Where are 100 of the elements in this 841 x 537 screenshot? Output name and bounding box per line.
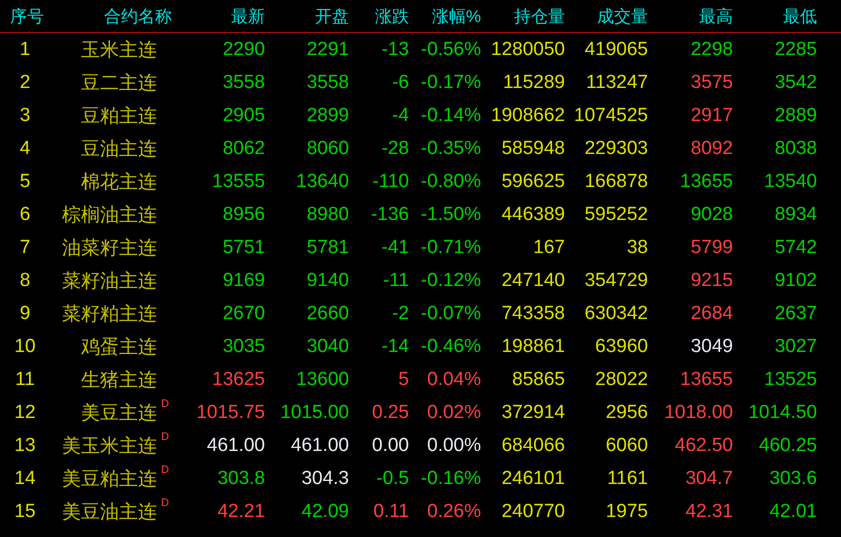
table-cell-text: 446389	[500, 204, 565, 226]
table-cell-text: -0.5	[375, 468, 409, 490]
table-cell-text: 0.02%	[426, 402, 481, 424]
table-cell-text: 0.26%	[426, 500, 481, 522]
contract-name[interactable]: 菜籽油主连	[62, 268, 157, 294]
table-cell-text: 8060	[306, 138, 349, 160]
table-cell-text: 1908662	[490, 104, 565, 126]
table-cell-text: -6	[391, 72, 409, 94]
column-header[interactable]: 最低	[733, 4, 817, 28]
table-cell-text: -0.16%	[420, 468, 481, 490]
table-cell-text: 9215	[690, 270, 733, 292]
contract-name[interactable]: 豆油主连	[81, 136, 157, 162]
table-cell-text: 5751	[222, 236, 265, 258]
table-cell-text: 13640	[295, 170, 349, 192]
column-header[interactable]: 成交量	[565, 4, 648, 28]
column-header[interactable]: 涨跌	[349, 4, 409, 28]
table-cell-text: -1.50%	[420, 204, 481, 226]
table-cell-text: 461.00	[290, 434, 349, 456]
table-cell-text: -0.35%	[420, 138, 481, 160]
table-cell-text: 5742	[774, 236, 817, 258]
contract-name[interactable]: 生猪主连	[81, 366, 157, 392]
table-cell-text: -14	[380, 336, 409, 358]
table-cell-text: 42.31	[684, 500, 733, 522]
table-cell-text: 8980	[306, 204, 349, 226]
market-tag: D	[161, 464, 169, 476]
table-cell-text: 198861	[500, 336, 565, 358]
contract-name[interactable]: 豆粕主连	[81, 102, 157, 128]
table-cell-text: 0.11	[372, 500, 409, 522]
table-cell-text: 3575	[690, 72, 733, 94]
table-cell-text: -41	[380, 236, 409, 258]
table-cell-text: 461.00	[206, 434, 265, 456]
row-number: 9	[18, 302, 32, 324]
column-header[interactable]: 合约名称	[50, 4, 172, 28]
table-cell-text: 3558	[306, 72, 349, 94]
table-cell-text: -0.80%	[420, 170, 481, 192]
table-cell-text: 303.6	[768, 468, 817, 490]
table-cell-text: 2290	[222, 38, 265, 60]
contract-name[interactable]: 美豆粕主连	[62, 466, 157, 492]
table-cell-text: 5	[397, 368, 409, 390]
contract-name[interactable]: 美玉米主连	[62, 432, 157, 458]
column-header[interactable]: 持仓量	[481, 4, 565, 28]
table-cell-text: 167	[532, 236, 565, 258]
table-cell-text: 13600	[295, 368, 349, 390]
table-cell-text: 2917	[690, 104, 733, 126]
contract-name[interactable]: 美豆主连	[81, 400, 157, 426]
table-cell-text: 0.04%	[426, 368, 481, 390]
table-cell-text: -0.14%	[420, 104, 481, 126]
table-cell-text: 13625	[211, 368, 265, 390]
table-cell-text: 38	[626, 236, 648, 258]
table-cell-text: 2637	[774, 302, 817, 324]
row-number: 7	[18, 236, 32, 258]
table-cell-text: 8062	[222, 138, 265, 160]
table-cell-text: -0.46%	[420, 336, 481, 358]
table-cell-text: 1015.00	[279, 402, 349, 424]
contract-name[interactable]: 玉米主连	[81, 36, 157, 62]
table-cell-text: 1015.75	[195, 402, 265, 424]
table-cell-text: 354729	[584, 270, 648, 292]
table-cell-text: 1074525	[573, 104, 648, 126]
row-number: 11	[14, 368, 36, 390]
column-header[interactable]: 开盘	[265, 4, 349, 28]
market-tag: D	[161, 398, 169, 410]
table-cell-text: 9140	[306, 270, 349, 292]
contract-name[interactable]: 鸡蛋主连	[81, 334, 157, 360]
table-cell-text: 1975	[604, 500, 648, 522]
table-cell-text: -0.56%	[420, 38, 481, 60]
row-number: 2	[18, 72, 32, 94]
table-cell-text: 42.21	[216, 500, 265, 522]
table-cell-text: 246101	[500, 468, 565, 490]
table-cell-text: 1018.00	[663, 402, 733, 424]
column-header[interactable]: 序号	[0, 4, 50, 28]
row-number: 6	[18, 204, 32, 226]
contract-name[interactable]: 豆二主连	[81, 70, 157, 96]
table-cell-text: 419065	[584, 38, 648, 60]
table-cell-text: 630342	[584, 302, 648, 324]
market-tag: D	[161, 496, 169, 508]
table-cell-text: 8038	[774, 138, 817, 160]
column-header[interactable]: 最高	[648, 4, 733, 28]
table-cell-text: 9169	[222, 270, 265, 292]
column-header[interactable]: 最新	[172, 4, 265, 28]
contract-name[interactable]: 油菜籽主连	[62, 234, 157, 260]
table-cell-text: 3049	[690, 336, 733, 358]
table-cell-text: 2684	[690, 302, 733, 324]
table-cell-text: 166878	[584, 170, 648, 192]
market-tag: D	[161, 430, 169, 442]
table-cell-text: 2285	[774, 38, 817, 60]
table-cell-text: 3035	[222, 336, 265, 358]
table-cell-text: 13525	[763, 368, 817, 390]
contract-name[interactable]: 菜籽粕主连	[62, 300, 157, 326]
column-header[interactable]: 涨幅%	[409, 4, 481, 28]
table-cell-text: 42.09	[300, 500, 349, 522]
contract-name[interactable]: 棉花主连	[81, 168, 157, 194]
table-cell-text: 115289	[502, 72, 565, 94]
contract-name[interactable]: 棕榈油主连	[62, 202, 157, 228]
table-cell-text: 85865	[511, 368, 565, 390]
table-cell-text: 462.50	[674, 434, 733, 456]
table-cell-text: -0.17%	[420, 72, 481, 94]
table-cell-text: 13540	[763, 170, 817, 192]
table-cell-text: 63960	[594, 336, 648, 358]
table-cell-text: 0.00%	[426, 434, 481, 456]
contract-name[interactable]: 美豆油主连	[62, 498, 157, 524]
